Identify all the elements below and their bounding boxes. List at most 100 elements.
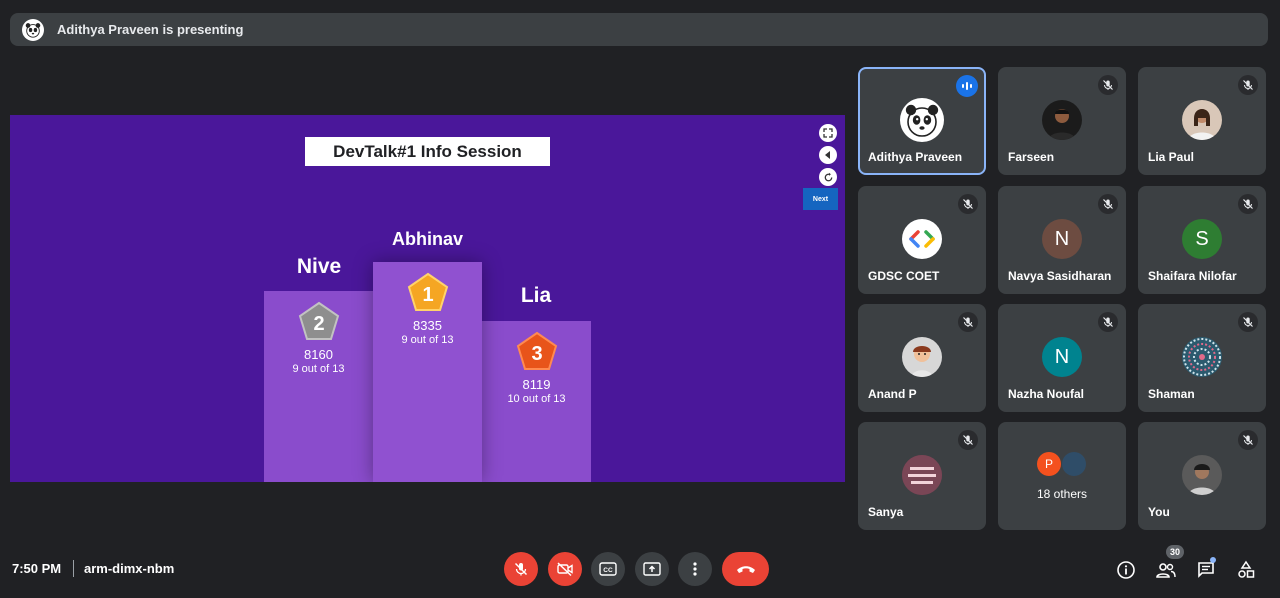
activities-shapes-icon: [1238, 560, 1255, 578]
slide-title: DevTalk#1 Info Session: [305, 137, 550, 166]
podium-score-third: 8119: [522, 377, 551, 392]
participant-name: Lia Paul: [1148, 150, 1195, 164]
participant-name: GDSC COET: [868, 269, 940, 283]
participant-tile-you[interactable]: You: [1138, 422, 1266, 530]
captions-button[interactable]: CC: [591, 552, 625, 586]
presenting-banner: Adithya Praveen is presenting: [10, 13, 1268, 46]
participant-name: Adithya Praveen: [868, 150, 963, 164]
mic-off-icon: [958, 312, 978, 332]
next-button[interactable]: Next: [803, 188, 838, 210]
svg-text:2: 2: [313, 313, 324, 335]
people-button[interactable]: [1153, 557, 1179, 583]
mic-off-icon: [1098, 75, 1118, 95]
participant-name: Navya Sasidharan: [1008, 269, 1112, 283]
people-count-badge: 30: [1166, 545, 1184, 559]
initial-avatar: N: [1042, 219, 1082, 259]
initial-avatar: S: [1182, 219, 1222, 259]
profile-photo-avatar: [902, 455, 942, 495]
mic-off-icon: [958, 430, 978, 450]
present-screen-button[interactable]: [635, 552, 669, 586]
profile-photo-avatar: [1182, 455, 1222, 495]
participant-tile-gdsc[interactable]: GDSC COET: [858, 186, 986, 294]
participant-tile-adithya[interactable]: Adithya Praveen: [858, 67, 986, 175]
mic-off-icon: [1098, 194, 1118, 214]
participant-name: Anand P: [868, 387, 917, 401]
end-call-icon: [736, 566, 755, 573]
svg-text:3: 3: [531, 343, 542, 365]
podium-name-first: Abhinav: [391, 229, 463, 249]
profile-photo-avatar: [1042, 100, 1082, 140]
podium-first: 1 8335 9 out of 13: [373, 262, 482, 482]
participant-name: Sanya: [868, 505, 904, 519]
podium-second: 2 8160 9 out of 13: [264, 291, 373, 482]
svg-text:1: 1: [422, 284, 433, 306]
svg-text:CC: CC: [603, 567, 613, 574]
meeting-details-button[interactable]: [1113, 557, 1139, 583]
fullscreen-icon[interactable]: [819, 124, 837, 142]
participant-name: Farseen: [1008, 150, 1055, 164]
meeting-time: 7:50 PM: [12, 561, 62, 576]
podium-name-second: Nive: [296, 255, 342, 278]
previous-icon[interactable]: [819, 146, 837, 164]
participant-tile-lia-paul[interactable]: Lia Paul: [1138, 67, 1266, 175]
presenting-text: Adithya Praveen is presenting: [57, 22, 244, 37]
divider: [73, 560, 74, 577]
presentation-slide: DevTalk#1 Info Session Next Nive Abhinav…: [10, 115, 845, 482]
initial-avatar: P: [1037, 452, 1061, 476]
participant-tile-navya[interactable]: N Navya Sasidharan: [998, 186, 1126, 294]
profile-photo-avatar: [1182, 100, 1222, 140]
present-screen-icon: [643, 562, 661, 576]
gdsc-logo-icon: [902, 219, 942, 259]
closed-captions-icon: CC: [599, 562, 617, 576]
microphone-off-button[interactable]: [504, 552, 538, 586]
others-count-label: 18 others: [1036, 487, 1088, 501]
mic-off-icon: [514, 562, 528, 576]
mic-off-icon: [1238, 430, 1258, 450]
profile-photo-avatar: [1062, 452, 1086, 476]
leave-call-button[interactable]: [722, 552, 769, 586]
mic-off-icon: [1098, 312, 1118, 332]
participant-tile-shaifara[interactable]: S Shaifara Nilofar: [1138, 186, 1266, 294]
more-vertical-icon: [693, 562, 697, 576]
meeting-code: arm-dimx-nbm: [84, 561, 175, 576]
podium-score-first: 8335: [413, 318, 442, 333]
cartoon-avatar: [902, 337, 942, 377]
panda-avatar-icon: [22, 18, 44, 41]
more-options-button[interactable]: [678, 552, 712, 586]
podium-correct-third: 10 out of 13: [507, 393, 566, 405]
participant-tile-anand[interactable]: Anand P: [858, 304, 986, 412]
chat-notification-dot: [1210, 557, 1216, 563]
panda-avatar-icon: [900, 98, 944, 142]
podium-name-third: Lia: [520, 284, 552, 307]
activities-button[interactable]: [1233, 557, 1259, 583]
participant-name: Shaman: [1148, 387, 1195, 401]
chat-icon: [1198, 562, 1214, 578]
others-tile[interactable]: P 18 others: [998, 422, 1126, 530]
restart-icon[interactable]: [819, 168, 837, 186]
rank-1-badge-icon: 1: [407, 272, 448, 311]
mic-off-icon: [1238, 194, 1258, 214]
participant-name: Shaifara Nilofar: [1148, 269, 1237, 283]
participant-name: Nazha Noufal: [1008, 387, 1085, 401]
speaking-indicator-icon: [956, 75, 978, 97]
pattern-avatar: [1182, 337, 1222, 377]
podium-score-second: 8160: [304, 347, 333, 362]
camera-off-icon: [557, 562, 573, 577]
podium-third: 3 8119 10 out of 13: [482, 321, 591, 482]
mic-off-icon: [1238, 312, 1258, 332]
podium-correct-first: 9 out of 13: [401, 334, 454, 346]
initial-avatar: N: [1042, 337, 1082, 377]
rank-2-badge-icon: 2: [298, 301, 339, 340]
camera-off-button[interactable]: [548, 552, 582, 586]
participant-tile-nazha[interactable]: N Nazha Noufal: [998, 304, 1126, 412]
participant-tile-shaman[interactable]: Shaman: [1138, 304, 1266, 412]
podium-correct-second: 9 out of 13: [292, 363, 345, 375]
people-icon: [1156, 563, 1176, 578]
participant-name: You: [1148, 505, 1170, 519]
participant-tile-farseen[interactable]: Farseen: [998, 67, 1126, 175]
info-icon: [1117, 561, 1135, 579]
rank-3-badge-icon: 3: [516, 331, 557, 370]
mic-off-icon: [958, 194, 978, 214]
mic-off-icon: [1238, 75, 1258, 95]
participant-tile-sanya[interactable]: Sanya: [858, 422, 986, 530]
